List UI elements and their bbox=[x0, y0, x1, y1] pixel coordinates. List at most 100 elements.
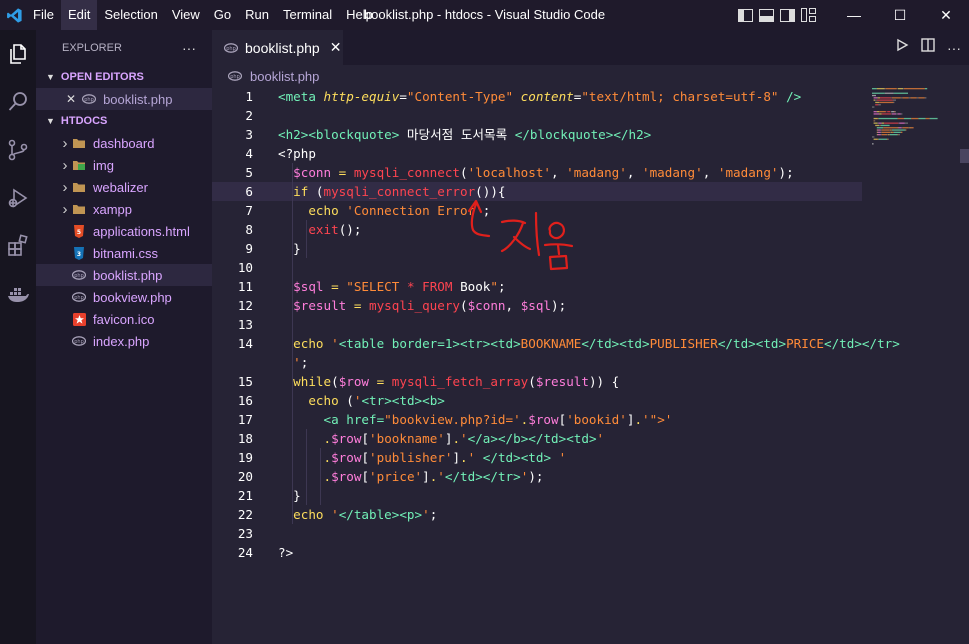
php-file-icon: php bbox=[228, 71, 242, 81]
tree-item-label: bitnami.css bbox=[93, 245, 159, 261]
more-actions-icon[interactable]: ··· bbox=[947, 40, 961, 56]
code-line[interactable]: 12 $result = mysqli_query($conn, $sql); bbox=[212, 296, 862, 315]
folder-item[interactable]: › xampp bbox=[36, 198, 212, 220]
explorer-header: EXPLORER ··· bbox=[36, 30, 212, 66]
toggle-primary-sidebar-icon[interactable] bbox=[738, 8, 753, 22]
code-line[interactable]: 9 } bbox=[212, 239, 862, 258]
code-line[interactable]: 4 <?php bbox=[212, 144, 862, 163]
code-text: $conn = mysqli_connect('localhost', 'mad… bbox=[293, 165, 794, 180]
code-line[interactable]: 15 while($row = mysqli_fetch_array($resu… bbox=[212, 372, 862, 391]
tree-item-label: favicon.ico bbox=[93, 311, 155, 327]
close-window-button[interactable]: ✕ bbox=[923, 0, 969, 30]
tab-booklist[interactable]: php booklist.php ✕ bbox=[212, 30, 343, 65]
tree-item-label: booklist.php bbox=[93, 267, 163, 283]
code-line[interactable]: 17 <a href="bookview.php?id='.$row['book… bbox=[212, 410, 862, 429]
tree-item-label: index.php bbox=[93, 333, 150, 349]
explorer-sidebar: EXPLORER ··· ▼ OPEN EDITORS ✕ php bookli… bbox=[36, 30, 212, 644]
source-control-icon[interactable] bbox=[0, 126, 36, 174]
toggle-secondary-sidebar-icon[interactable] bbox=[780, 8, 795, 22]
code-text: echo '<table border=1><tr><td>BOOKNAME</… bbox=[293, 336, 900, 351]
menu-selection[interactable]: Selection bbox=[97, 0, 164, 30]
toggle-panel-icon[interactable] bbox=[759, 8, 774, 22]
code-text: <meta http-equiv="Content-Type" content=… bbox=[278, 89, 802, 104]
code-line[interactable]: 6 if (mysqli_connect_error()){ bbox=[212, 182, 862, 201]
svg-text:3: 3 bbox=[77, 251, 81, 258]
code-text: '; bbox=[293, 355, 309, 370]
code-text: while($row = mysqli_fetch_array($result)… bbox=[293, 374, 620, 389]
code-line[interactable]: 5 $conn = mysqli_connect('localhost', 'm… bbox=[212, 163, 862, 182]
minimap[interactable] bbox=[872, 87, 958, 147]
breadcrumb: php booklist.php bbox=[212, 65, 969, 87]
explorer-icon[interactable] bbox=[0, 30, 36, 78]
run-file-icon[interactable] bbox=[895, 38, 909, 57]
code-line[interactable]: 18 .$row['bookname'].'</a></b></td><td>' bbox=[212, 429, 862, 448]
line-number: 1 bbox=[245, 89, 253, 104]
code-line[interactable]: 7 echo 'Connection Error'; bbox=[212, 201, 862, 220]
menu-bar: File Edit Selection View Go Run Terminal… bbox=[26, 0, 380, 30]
menu-go[interactable]: Go bbox=[207, 0, 238, 30]
svg-text:5: 5 bbox=[77, 229, 81, 236]
code-line[interactable]: 14 echo '<table border=1><tr><td>BOOKNAM… bbox=[212, 334, 900, 353]
code-line[interactable]: 21 } bbox=[212, 486, 862, 505]
vertical-scrollbar[interactable] bbox=[958, 87, 969, 644]
run-debug-icon[interactable] bbox=[0, 174, 36, 222]
code-line[interactable]: 8 exit(); bbox=[212, 220, 862, 239]
file-item[interactable]: 3 bitnami.css bbox=[36, 242, 212, 264]
extensions-icon[interactable] bbox=[0, 222, 36, 270]
docker-icon[interactable] bbox=[0, 270, 36, 318]
line-number: 7 bbox=[245, 203, 253, 218]
more-actions-button[interactable]: ··· bbox=[182, 40, 196, 56]
code-line[interactable]: 22 echo '</table><p>'; bbox=[212, 505, 862, 524]
menu-run[interactable]: Run bbox=[238, 0, 276, 30]
line-number: 18 bbox=[237, 431, 253, 446]
file-item[interactable]: php booklist.php bbox=[36, 264, 212, 286]
code-line[interactable]: 23 bbox=[212, 524, 862, 543]
chevron-right-icon: › bbox=[62, 156, 68, 174]
code-line[interactable]: 20 .$row['price'].'</td></tr>'); bbox=[212, 467, 862, 486]
code-editor[interactable]: 1 <meta http-equiv="Content-Type" content… bbox=[212, 87, 900, 644]
code-line[interactable]: 1 <meta http-equiv="Content-Type" content… bbox=[212, 87, 862, 106]
svg-text:php: php bbox=[230, 74, 240, 80]
code-line[interactable]: 24 ?> bbox=[212, 543, 862, 562]
scrollbar-thumb[interactable] bbox=[960, 149, 969, 163]
code-line[interactable]: 11 $sql = "SELECT * FROM Book"; bbox=[212, 277, 862, 296]
file-item[interactable]: favicon.ico bbox=[36, 308, 212, 330]
split-editor-icon[interactable] bbox=[921, 38, 935, 57]
search-icon[interactable] bbox=[0, 78, 36, 126]
open-editor-item[interactable]: ✕ php booklist.php bbox=[36, 88, 212, 110]
minimize-button[interactable]: — bbox=[831, 0, 877, 30]
maximize-button[interactable]: ☐ bbox=[877, 0, 923, 30]
line-number: 23 bbox=[237, 526, 253, 541]
code-text: echo ('<tr><td><b> bbox=[308, 393, 445, 408]
menu-edit[interactable]: Edit bbox=[60, 0, 98, 30]
open-editors-section[interactable]: ▼ OPEN EDITORS bbox=[36, 66, 212, 88]
folder-item[interactable]: › webalizer bbox=[36, 176, 212, 198]
tree-item-label: webalizer bbox=[93, 179, 148, 195]
menu-view[interactable]: View bbox=[165, 0, 207, 30]
menu-terminal[interactable]: Terminal bbox=[276, 0, 339, 30]
code-line[interactable]: 19 .$row['publisher'].' </td><td> ' bbox=[212, 448, 862, 467]
code-line[interactable]: 3 <h2><blockquote> 마당서점 도서목록 </blockquote… bbox=[212, 125, 862, 144]
code-text: } bbox=[278, 488, 301, 503]
close-tab-icon[interactable]: ✕ bbox=[330, 39, 342, 56]
code-line[interactable]: 16 echo ('<tr><td><b> bbox=[212, 391, 862, 410]
htdocs-section[interactable]: ▼ HTDOCS bbox=[36, 110, 212, 132]
code-line[interactable]: 2 bbox=[212, 106, 862, 125]
file-item[interactable]: 5 applications.html bbox=[36, 220, 212, 242]
line-number: 21 bbox=[237, 488, 253, 503]
breadcrumb-file[interactable]: booklist.php bbox=[250, 69, 319, 84]
folder-item[interactable]: › img bbox=[36, 154, 212, 176]
menu-file[interactable]: File bbox=[26, 0, 61, 30]
tree-item-label: xampp bbox=[93, 201, 133, 217]
code-line[interactable]: 10 bbox=[212, 258, 862, 277]
folder-item[interactable]: › dashboard bbox=[36, 132, 212, 154]
close-editor-icon[interactable]: ✕ bbox=[66, 92, 76, 106]
code-text: .$row['price'].'</td></tr>'); bbox=[323, 469, 544, 484]
code-text: echo 'Connection Error'; bbox=[308, 203, 491, 218]
code-line[interactable]: 13 bbox=[212, 315, 862, 334]
file-item[interactable]: php bookview.php bbox=[36, 286, 212, 308]
customize-layout-icon[interactable] bbox=[801, 8, 816, 22]
menu-help[interactable]: Help bbox=[339, 0, 380, 30]
file-item[interactable]: php index.php bbox=[36, 330, 212, 352]
code-line[interactable]: '; bbox=[212, 353, 862, 372]
